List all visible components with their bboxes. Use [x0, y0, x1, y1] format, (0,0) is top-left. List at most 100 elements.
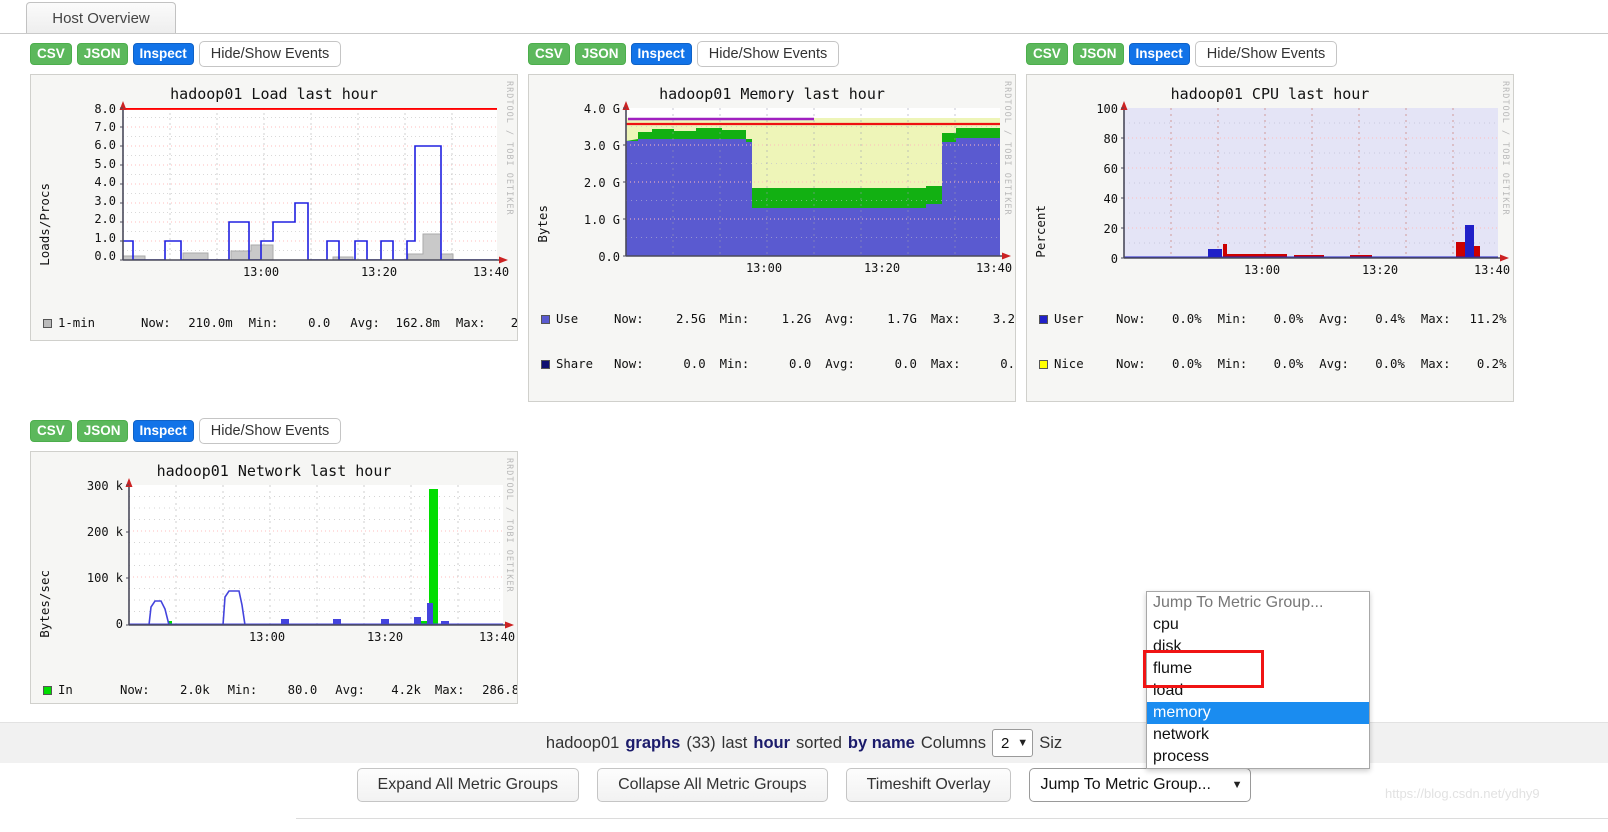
- legend-avg-label: Avg:: [1319, 357, 1349, 371]
- load-ytick: 2.0: [94, 212, 116, 226]
- cpu-graph[interactable]: hadoop01 CPU last hour RRDTOOL / TOBI OE…: [1026, 74, 1514, 402]
- legend-name: User: [1054, 312, 1084, 326]
- legend-swatch-use: [541, 315, 550, 324]
- cpu-y-axis-label: Percent: [1033, 205, 1048, 258]
- hide-show-events-button-network[interactable]: Hide/Show Events: [198, 418, 342, 444]
- network-legend: In Now: 2.0k Min: 80.0 Avg: 4.2k Max: 28…: [43, 653, 517, 703]
- cpu-xtick: 13:00: [1243, 263, 1281, 277]
- cpu-xtick: 13:20: [1361, 263, 1399, 277]
- inspect-button-memory[interactable]: Inspect: [630, 43, 692, 65]
- json-button-load[interactable]: JSON: [76, 43, 128, 65]
- memory-ytick: 3.0 G: [583, 139, 620, 153]
- status-range: hour: [753, 733, 791, 752]
- legend-swatch-share: [541, 360, 550, 369]
- memory-xtick: 13:20: [863, 261, 901, 275]
- inspect-button-cpu[interactable]: Inspect: [1128, 43, 1190, 65]
- legend-now: 2.5G: [676, 312, 706, 326]
- legend-now: 0.0: [683, 357, 706, 371]
- legend-name: 1-min: [58, 316, 96, 330]
- network-axes: [125, 478, 514, 629]
- legend-min: 0.0%: [1273, 357, 1304, 371]
- legend-name: Nice: [1054, 357, 1084, 371]
- legend-min-label: Min:: [227, 683, 258, 697]
- status-size-label: Siz: [1039, 733, 1063, 752]
- dropdown-option-memory[interactable]: memory: [1147, 702, 1369, 724]
- legend-now-label: Now:: [614, 357, 644, 371]
- load-ytick: 8.0: [94, 102, 116, 116]
- legend-max-label: Max:: [930, 357, 961, 371]
- chevron-down-icon: ▼: [1231, 778, 1243, 791]
- collapse-all-metric-groups-button[interactable]: Collapse All Metric Groups: [597, 767, 828, 802]
- csv-button-cpu[interactable]: CSV: [1026, 43, 1068, 65]
- legend-name: Use: [556, 312, 579, 326]
- legend-name: In: [58, 683, 73, 697]
- memory-graph[interactable]: hadoop01 Memory last hour RRDTOOL / TOBI…: [528, 74, 1016, 402]
- json-button-cpu[interactable]: JSON: [1072, 43, 1124, 65]
- legend-now-label: Now:: [141, 316, 171, 330]
- json-button-network[interactable]: JSON: [76, 420, 128, 442]
- legend-swatch-1min: [43, 319, 52, 328]
- legend-avg-label: Avg:: [825, 357, 855, 371]
- hide-show-events-button-load[interactable]: Hide/Show Events: [198, 41, 342, 67]
- dropdown-option-network[interactable]: network: [1147, 724, 1369, 746]
- load-ytick: 0.0: [94, 249, 116, 263]
- legend-now: 0.0%: [1172, 357, 1202, 371]
- legend-min: 0.0: [308, 316, 331, 330]
- csv-button-load[interactable]: CSV: [30, 43, 72, 65]
- cpu-axes: [1120, 101, 1509, 262]
- legend-min-label: Min:: [719, 357, 750, 371]
- inspect-button-network[interactable]: Inspect: [132, 420, 194, 442]
- legend-now: 210.0m: [188, 316, 233, 330]
- legend-min-label: Min:: [248, 316, 279, 330]
- legend-avg-label: Avg:: [1319, 312, 1349, 326]
- csv-button-memory[interactable]: CSV: [528, 43, 570, 65]
- legend-row: Share Now: 0.0 Min: 0.0 Avg: 0.0 Max: 0.…: [541, 357, 1016, 372]
- graph-toolbar-load: CSV JSON Inspect Hide/Show Events: [30, 41, 518, 67]
- legend-max: 0.0: [1000, 357, 1016, 371]
- load-xtick: 13:20: [360, 265, 398, 279]
- columns-select[interactable]: 2 ▼: [991, 729, 1034, 757]
- cpu-ytick: 0: [1110, 252, 1118, 266]
- json-button-memory[interactable]: JSON: [574, 43, 626, 65]
- timeshift-overlay-button[interactable]: Timeshift Overlay: [845, 767, 1012, 802]
- cpu-ytick: 40: [1103, 192, 1118, 206]
- legend-row: Nice Now: 0.0% Min: 0.0% Avg: 0.0% Max: …: [1039, 357, 1507, 372]
- graph-toolbar-memory: CSV JSON Inspect Hide/Show Events: [528, 41, 1016, 67]
- legend-row: Use Now: 2.5G Min: 1.2G Avg: 1.7G Max: 3…: [541, 312, 1015, 327]
- hide-show-events-button-cpu[interactable]: Hide/Show Events: [1194, 41, 1338, 67]
- memory-ytick: 2.0 G: [583, 176, 620, 190]
- legend-min-label: Min:: [1217, 312, 1248, 326]
- legend-avg: 0.4%: [1375, 312, 1405, 326]
- legend-max: 0.2%: [1476, 357, 1507, 371]
- dropdown-option-placeholder[interactable]: Jump To Metric Group...: [1147, 592, 1369, 614]
- expand-all-metric-groups-button[interactable]: Expand All Metric Groups: [356, 767, 580, 802]
- legend-avg-label: Avg:: [335, 683, 365, 697]
- dropdown-option-process[interactable]: process: [1147, 746, 1369, 768]
- legend-swatch-in: [43, 686, 52, 695]
- load-graph[interactable]: hadoop01 Load last hour RRDTOOL / TOBI O…: [30, 74, 518, 341]
- legend-row: In Now: 2.0k Min: 80.0 Avg: 4.2k Max: 28…: [43, 683, 517, 698]
- annotation-rectangle-flume: [1143, 650, 1264, 688]
- cpu-ytick: 100: [1096, 102, 1118, 116]
- status-graphs-word: graphs: [625, 733, 681, 752]
- network-ytick: 0: [115, 617, 123, 631]
- legend-min: 0.0%: [1273, 312, 1304, 326]
- status-last-word: last: [721, 733, 748, 752]
- legend-swatch-nice: [1039, 360, 1048, 369]
- network-xtick: 13:00: [248, 630, 286, 644]
- status-columns-label: Columns: [920, 733, 986, 752]
- inspect-button-load[interactable]: Inspect: [132, 43, 194, 65]
- load-ytick: 6.0: [94, 138, 116, 152]
- network-graph[interactable]: hadoop01 Network last hour RRDTOOL / TOB…: [30, 451, 518, 704]
- csv-button-network[interactable]: CSV: [30, 420, 72, 442]
- cpu-ytick: 60: [1103, 162, 1118, 176]
- network-ytick: 300 k: [86, 479, 123, 493]
- tab-host-overview[interactable]: Host Overview: [26, 2, 176, 33]
- load-y-axis-label: Loads/Procs: [37, 183, 52, 266]
- legend-min-label: Min:: [1217, 357, 1248, 371]
- jump-to-metric-group-select[interactable]: Jump To Metric Group... ▼: [1029, 767, 1252, 802]
- dropdown-option-cpu[interactable]: cpu: [1147, 614, 1369, 636]
- load-ytick: 4.0: [94, 175, 116, 189]
- hide-show-events-button-memory[interactable]: Hide/Show Events: [696, 41, 840, 67]
- load-ytick: 3.0: [94, 194, 116, 208]
